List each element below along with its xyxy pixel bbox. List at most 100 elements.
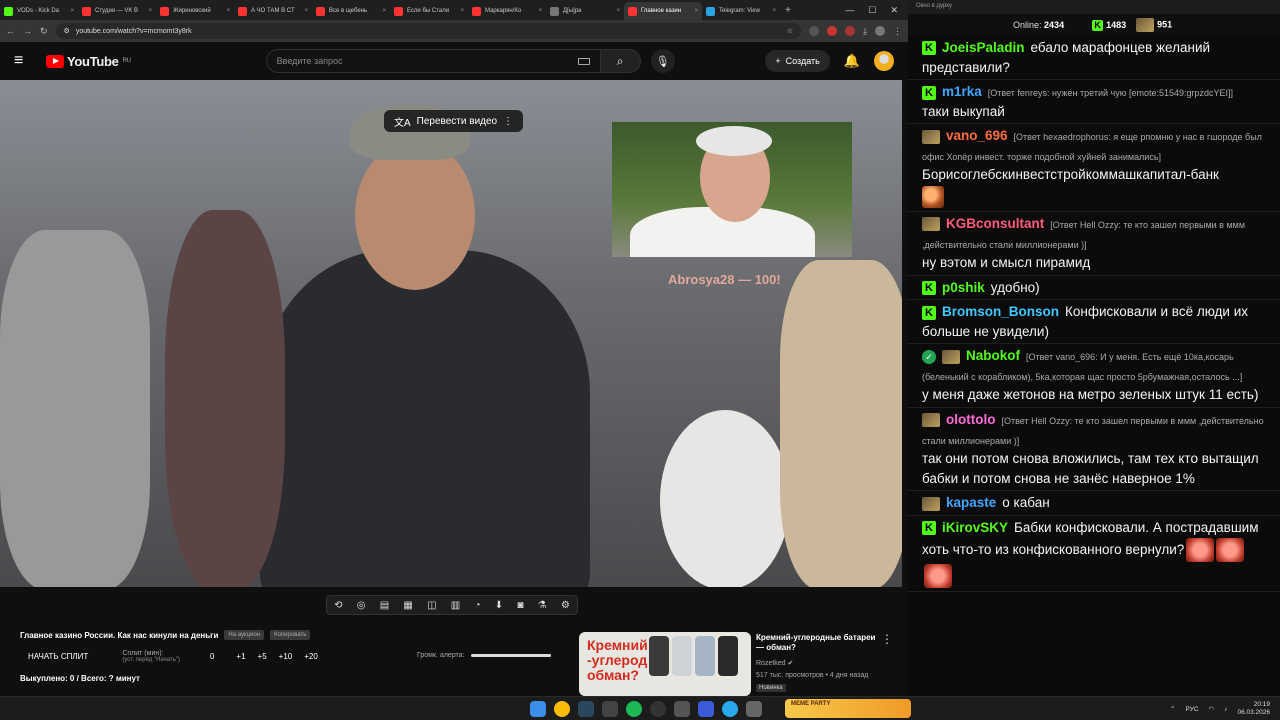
browser-tab[interactable]: Все в щебень × bbox=[312, 2, 390, 20]
loop-icon[interactable]: ⟲ bbox=[334, 600, 342, 611]
chat-username[interactable]: iKirovSKY bbox=[942, 520, 1008, 535]
menu-burger-icon[interactable]: ≡ bbox=[14, 52, 34, 70]
voice-search-button[interactable]: 🎙 bbox=[650, 49, 675, 73]
tab-close-icon[interactable]: × bbox=[616, 8, 620, 14]
close-icon[interactable]: ✕ bbox=[890, 5, 898, 16]
avatar[interactable] bbox=[874, 51, 894, 71]
tab-close-icon[interactable]: × bbox=[538, 8, 542, 14]
video-player[interactable]: 文A Перевести видео ⋮ Abrosya28 — 100! bbox=[0, 80, 902, 587]
recommended-thumbnail[interactable]: Кремний -углерод обман? bbox=[579, 632, 751, 696]
split-add-1-button[interactable]: +1 bbox=[236, 652, 245, 661]
reload-icon[interactable]: ↻ bbox=[40, 26, 48, 37]
spotify-icon[interactable] bbox=[626, 701, 642, 717]
browser-tab[interactable]: А ЧО ТАМ В СТ × bbox=[234, 2, 312, 20]
new-tab-button[interactable]: + bbox=[780, 5, 796, 16]
download-icon[interactable]: ⤓ bbox=[863, 26, 867, 37]
recommended-channel[interactable]: Rozetked ✔ bbox=[756, 659, 793, 667]
frames-icon[interactable]: ▥ bbox=[451, 600, 460, 611]
tab-close-icon[interactable]: × bbox=[304, 8, 308, 14]
app-icon[interactable] bbox=[698, 701, 714, 717]
picture-in-picture-icon[interactable]: ◫ bbox=[427, 600, 436, 611]
extension-icon[interactable] bbox=[827, 26, 838, 36]
profile-icon[interactable] bbox=[875, 26, 885, 36]
browser-tab[interactable]: Жириновский × bbox=[156, 2, 234, 20]
tab-close-icon[interactable]: × bbox=[226, 8, 230, 14]
create-button[interactable]: + Создать bbox=[765, 50, 830, 72]
bookmark-icon[interactable]: ☆ bbox=[787, 27, 793, 35]
steam-icon[interactable] bbox=[578, 701, 594, 717]
tab-close-icon[interactable]: × bbox=[148, 8, 152, 14]
speed-icon[interactable]: ◔ bbox=[474, 600, 480, 611]
language-indicator[interactable]: РУС bbox=[1186, 706, 1199, 713]
back-icon[interactable]: ← bbox=[6, 26, 15, 36]
more-vert-icon[interactable]: ⋮ bbox=[503, 116, 513, 127]
settings-gear-icon[interactable]: ⚙ bbox=[561, 600, 570, 611]
search-button[interactable]: ⌕ bbox=[600, 49, 641, 73]
chat-username[interactable]: KGBconsultant bbox=[946, 216, 1044, 231]
auction-chip[interactable]: На аукцион bbox=[224, 630, 265, 640]
search-input[interactable]: Введите запрос bbox=[265, 49, 601, 73]
start-split-button[interactable]: НАЧАТЬ СПЛИТ bbox=[28, 652, 88, 661]
obs-icon[interactable] bbox=[650, 701, 666, 717]
tab-close-icon[interactable]: × bbox=[382, 8, 386, 14]
chat-username[interactable]: p0shik bbox=[942, 280, 985, 295]
chat-username[interactable]: m1rka bbox=[942, 84, 982, 99]
broadcast-icon[interactable]: ◎ bbox=[357, 600, 366, 611]
alert-volume-slider[interactable] bbox=[470, 654, 551, 657]
browser-tab[interactable]: Д[ы]ра × bbox=[546, 2, 624, 20]
flask-icon[interactable]: ⚗ bbox=[538, 600, 547, 611]
app-icon[interactable] bbox=[602, 701, 618, 717]
more-vert-icon[interactable]: ⋮ bbox=[881, 632, 893, 646]
tab-close-icon[interactable]: × bbox=[772, 8, 776, 14]
youtube-logo[interactable]: YouTube RU bbox=[46, 54, 131, 69]
subtitles-icon[interactable]: ▤ bbox=[380, 600, 389, 611]
translate-video-button[interactable]: 文A Перевести видео ⋮ bbox=[384, 110, 524, 132]
clock[interactable]: 20:19 06.03.2026 bbox=[1237, 701, 1270, 717]
split-add-20-button[interactable]: +20 bbox=[304, 652, 318, 661]
split-add-5-button[interactable]: +5 bbox=[258, 652, 267, 661]
app-icon[interactable] bbox=[674, 701, 690, 717]
extension-icon[interactable] bbox=[845, 26, 856, 36]
chrome-icon[interactable] bbox=[554, 701, 570, 717]
meme-party-widget[interactable]: MEME PARTY bbox=[785, 699, 911, 718]
chat-username[interactable]: JoeisPaladin bbox=[942, 40, 1025, 55]
chat-message-list[interactable]: K JoeisPaladin ебало марафонцев желаний пр… bbox=[908, 36, 1280, 696]
chat-username[interactable]: olottolo bbox=[946, 412, 995, 427]
copy-chip[interactable]: Копировать bbox=[270, 630, 311, 640]
chat-username[interactable]: Bromson_Bonson bbox=[942, 304, 1059, 319]
chat-username[interactable]: kapaste bbox=[946, 495, 996, 510]
tab-close-icon[interactable]: × bbox=[694, 8, 698, 14]
browser-tab[interactable]: Главное казин × bbox=[624, 2, 702, 20]
chat-username[interactable]: vano_696 bbox=[946, 128, 1008, 143]
site-info-icon[interactable]: ⚙ bbox=[64, 27, 70, 35]
windows-start-icon[interactable] bbox=[530, 701, 546, 717]
wifi-icon[interactable]: ◠ bbox=[1209, 705, 1215, 713]
volume-icon[interactable]: ♪ bbox=[1224, 706, 1227, 713]
app-icon[interactable] bbox=[746, 701, 762, 717]
download-icon[interactable]: ⬇ bbox=[495, 600, 503, 611]
recommended-title[interactable]: Кремний-углеродные батареи — обман? bbox=[756, 633, 876, 654]
maximize-icon[interactable]: ☐ bbox=[868, 5, 876, 16]
tab-close-icon[interactable]: × bbox=[70, 8, 74, 14]
notifications-bell-icon[interactable]: 🔔 bbox=[844, 53, 860, 69]
tray-chevron-icon[interactable]: ⌃ bbox=[1170, 705, 1175, 713]
chat-username[interactable]: Nabokof bbox=[966, 348, 1020, 363]
recommended-video[interactable]: Кремний -углерод обман? Кремний-углеродн… bbox=[579, 632, 899, 696]
screenshot-icon[interactable]: ◙ bbox=[517, 600, 523, 611]
extension-icon[interactable] bbox=[809, 26, 820, 36]
browser-tab[interactable]: Студия — VK В × bbox=[78, 2, 156, 20]
browser-tab[interactable]: Telegram: View × bbox=[702, 2, 780, 20]
browser-tab[interactable]: Если бы Стали × bbox=[390, 2, 468, 20]
chat-reply-context[interactable]: [Ответ fenreys: нужен третий чую [emote:… bbox=[988, 88, 1233, 98]
keyboard-icon[interactable] bbox=[577, 57, 590, 65]
film-icon[interactable]: ▦ bbox=[403, 600, 412, 611]
browser-tab[interactable]: Маркарян/Ко × bbox=[468, 2, 546, 20]
menu-icon[interactable]: ⋮ bbox=[893, 26, 902, 37]
forward-icon[interactable]: → bbox=[23, 26, 32, 36]
tab-close-icon[interactable]: × bbox=[460, 8, 464, 14]
telegram-icon[interactable] bbox=[722, 701, 738, 717]
split-add-10-button[interactable]: +10 bbox=[279, 652, 293, 661]
url-field[interactable]: ⚙ youtube.com/watch?v=mcmomt3y8rk ☆ bbox=[55, 23, 802, 39]
minimize-icon[interactable]: — bbox=[845, 5, 854, 16]
browser-tab[interactable]: VODs - Kick Da × bbox=[0, 2, 78, 20]
